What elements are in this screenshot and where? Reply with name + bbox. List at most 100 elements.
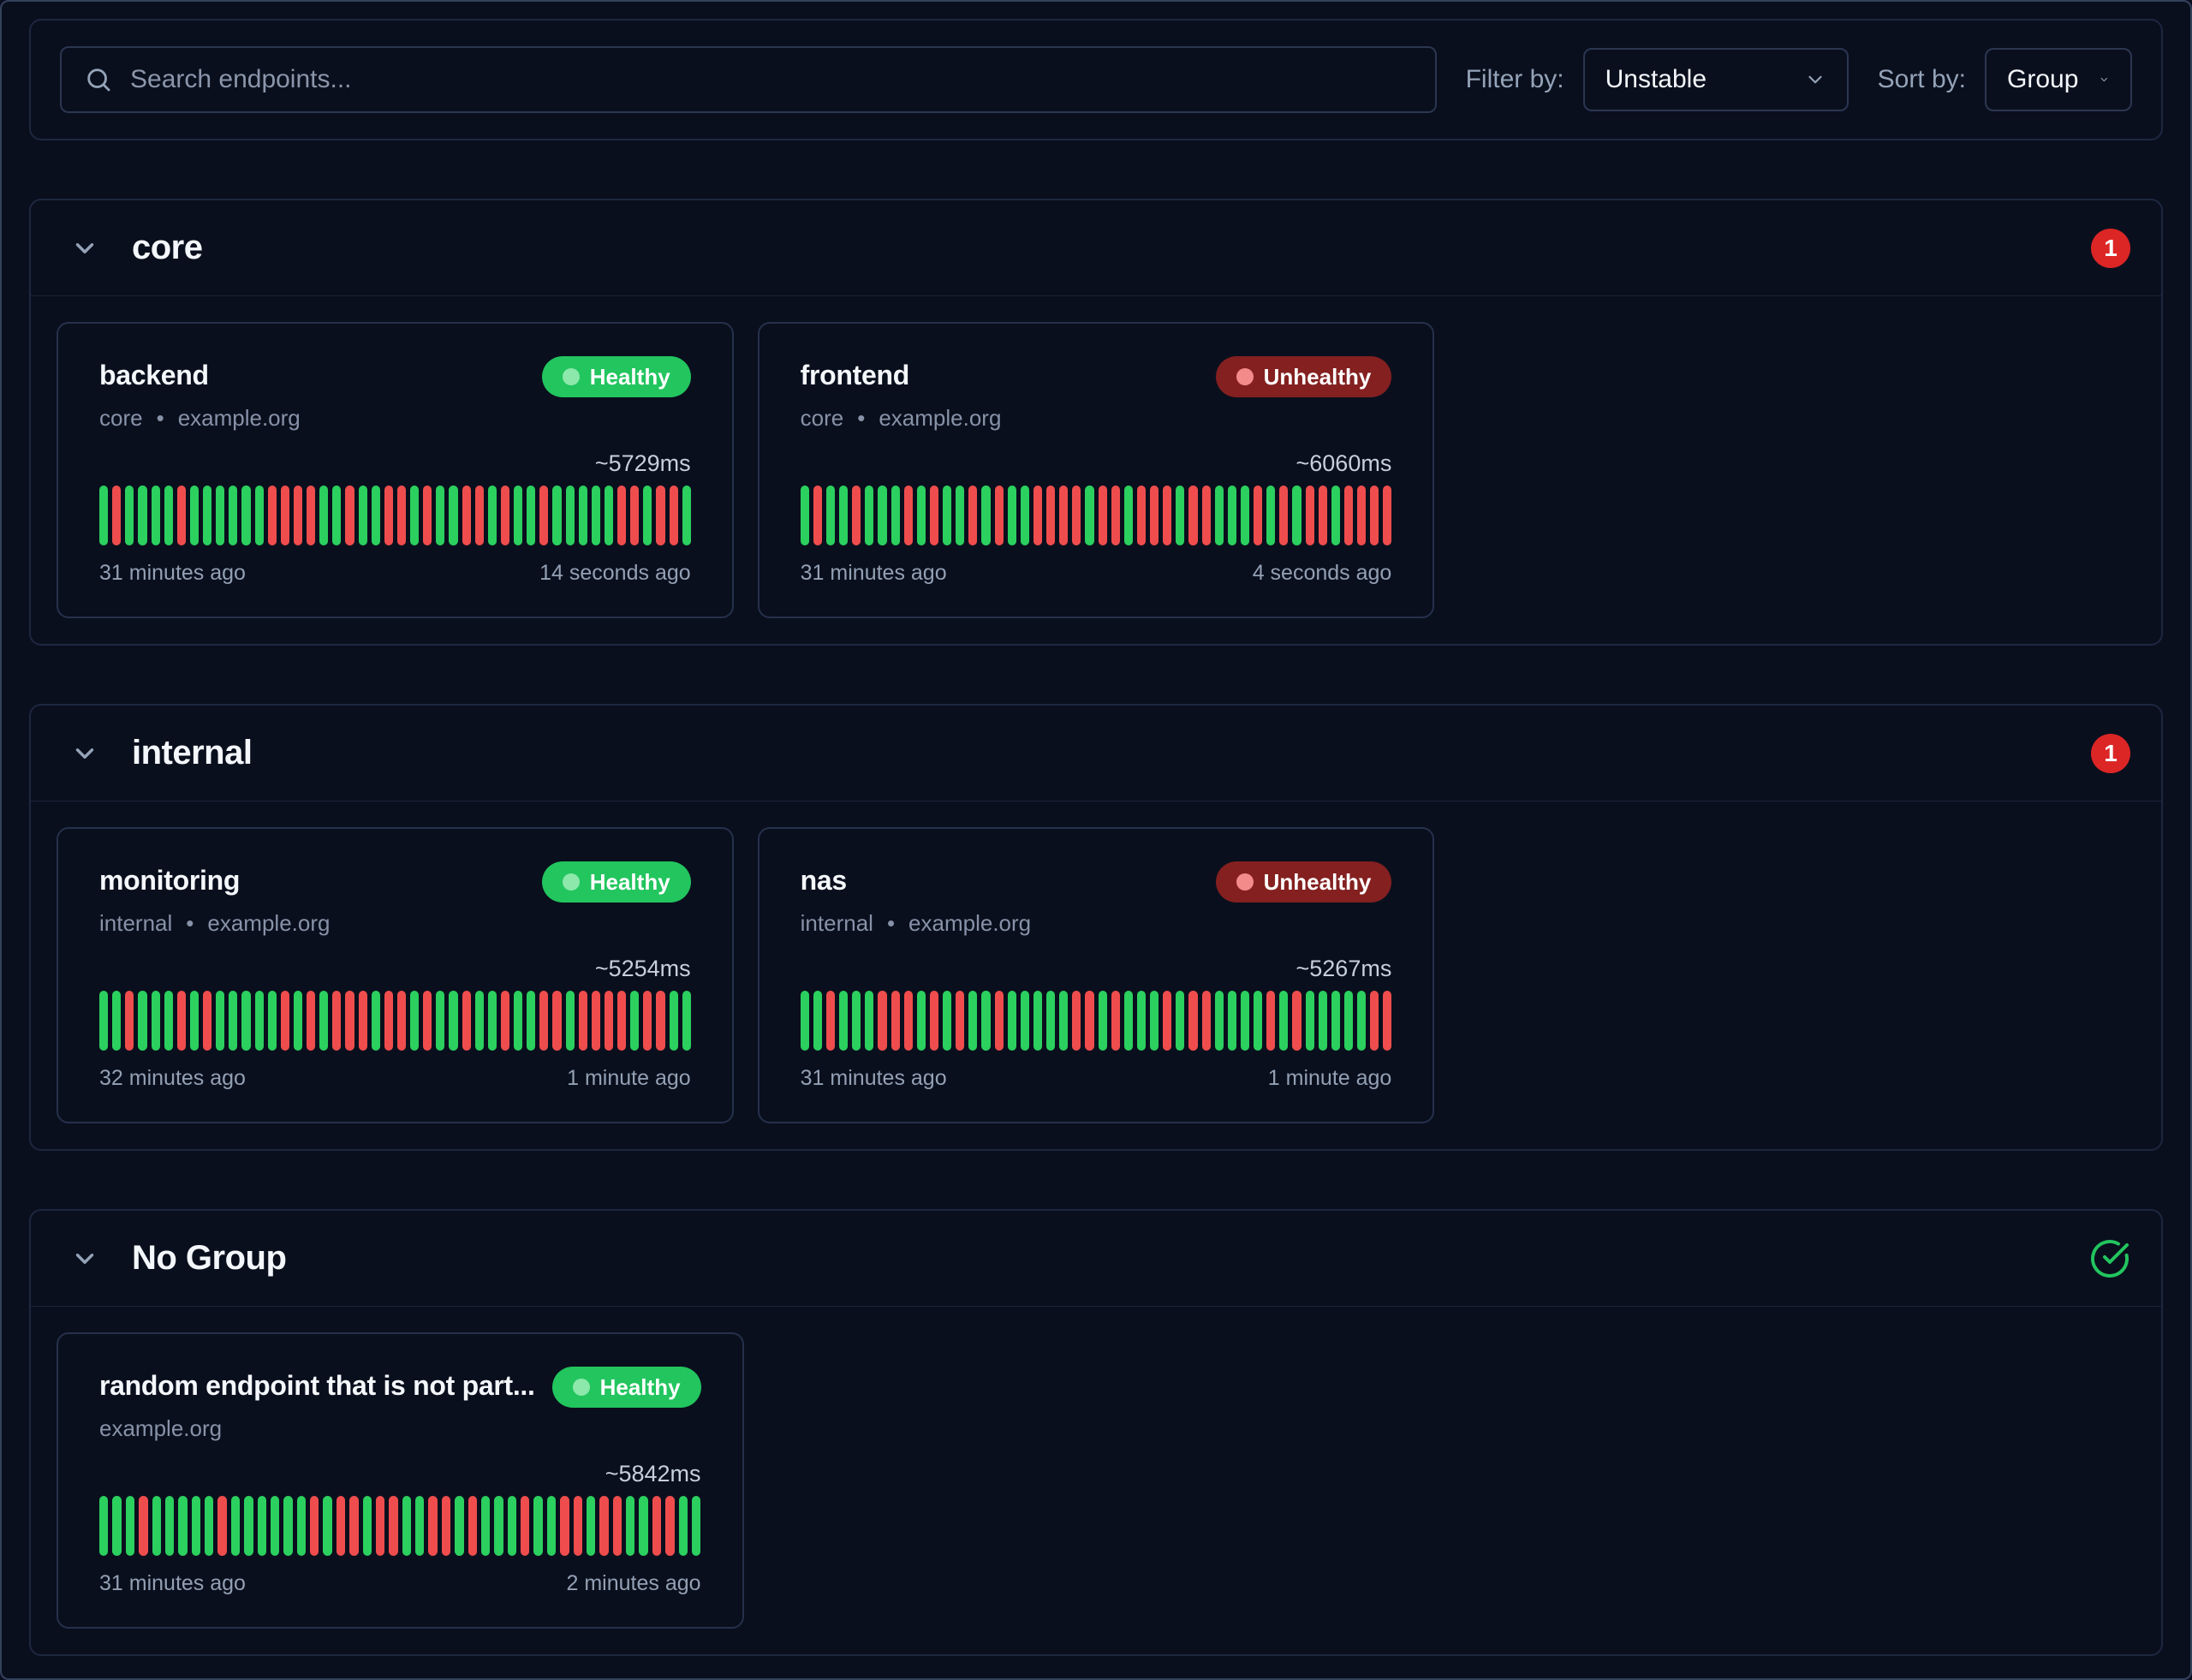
- dashboard-page: { "ui": { "dot": "•" }, "colors": { "bac…: [0, 0, 2192, 1680]
- history-bar: [592, 991, 600, 1051]
- group-section-internal: internal 1 monitoring internal • example…: [29, 704, 2163, 1151]
- history-bar: [968, 486, 977, 545]
- history-bar: [241, 991, 250, 1051]
- history-bar: [455, 1496, 463, 1556]
- history-bar: [436, 991, 444, 1051]
- history-bar: [1370, 991, 1379, 1051]
- history-bar: [99, 486, 108, 545]
- chevron-down-icon: [2099, 69, 2110, 91]
- status-badge: Unhealthy: [1216, 356, 1392, 397]
- history-bar: [560, 1496, 569, 1556]
- chevron-down-icon: [70, 234, 99, 263]
- sort-by-label: Sort by:: [1878, 65, 1966, 94]
- history-bar: [692, 1496, 700, 1556]
- history-bar: [1124, 991, 1133, 1051]
- history-bar: [566, 486, 575, 545]
- endpoint-host: example.org: [207, 910, 330, 937]
- dot-separator: •: [887, 910, 895, 937]
- endpoint-card-nas[interactable]: nas internal • example.org Unhealthy ~52…: [758, 827, 1435, 1123]
- history-bar: [826, 486, 835, 545]
- endpoint-card-monitoring[interactable]: monitoring internal • example.org Health…: [57, 827, 734, 1123]
- newest-timestamp: 1 minute ago: [567, 1066, 691, 1091]
- history-bar: [995, 486, 1004, 545]
- newest-timestamp: 14 seconds ago: [539, 561, 691, 586]
- search-input[interactable]: [130, 65, 1413, 94]
- history-bar: [1292, 486, 1301, 545]
- health-history-chart: [801, 991, 1392, 1051]
- endpoint-card-random[interactable]: random endpoint that is not part... exam…: [57, 1332, 744, 1629]
- history-bar: [1099, 486, 1107, 545]
- health-history-chart: [99, 991, 691, 1051]
- history-bar: [1241, 991, 1249, 1051]
- group-header-internal[interactable]: internal 1: [31, 706, 2161, 801]
- history-bar: [1188, 991, 1197, 1051]
- history-bar: [527, 486, 535, 545]
- history-bar: [1266, 991, 1275, 1051]
- history-bar: [231, 1496, 240, 1556]
- search-icon: [84, 65, 113, 94]
- history-bar: [968, 991, 977, 1051]
- history-bar: [643, 991, 652, 1051]
- response-time: ~6060ms: [801, 450, 1392, 477]
- history-bar: [271, 1496, 279, 1556]
- health-history-chart: [801, 486, 1392, 545]
- history-bar: [1008, 486, 1016, 545]
- history-bar: [229, 991, 237, 1051]
- history-bar: [1008, 991, 1016, 1051]
- history-bar: [402, 1496, 411, 1556]
- endpoint-card-frontend[interactable]: frontend core • example.org Unhealthy ~6…: [758, 322, 1435, 618]
- history-bar: [1383, 991, 1391, 1051]
- history-bar: [139, 1496, 147, 1556]
- history-bar: [283, 1496, 292, 1556]
- history-bar: [878, 486, 886, 545]
- history-bar: [630, 486, 639, 545]
- endpoint-host: example.org: [879, 405, 1001, 432]
- history-bar: [389, 1496, 397, 1556]
- history-bar: [1072, 991, 1081, 1051]
- chevron-down-icon: [70, 739, 99, 768]
- filter-select[interactable]: Unstable: [1583, 48, 1849, 111]
- history-bar: [217, 1496, 226, 1556]
- history-bar: [1085, 486, 1093, 545]
- history-bar: [1344, 486, 1353, 545]
- history-bar: [1319, 991, 1327, 1051]
- history-bar: [190, 991, 199, 1051]
- status-dot: [1236, 368, 1254, 385]
- newest-timestamp: 4 seconds ago: [1253, 561, 1392, 586]
- history-bar: [917, 486, 926, 545]
- newest-timestamp: 2 minutes ago: [566, 1571, 700, 1596]
- history-bar: [112, 991, 121, 1051]
- newest-timestamp: 1 minute ago: [1268, 1066, 1392, 1091]
- sort-select[interactable]: Group: [1985, 48, 2132, 111]
- history-bar: [1241, 486, 1249, 545]
- endpoint-card-backend[interactable]: backend core • example.org Healthy ~5729…: [57, 322, 734, 618]
- group-header-no-group[interactable]: No Group: [31, 1211, 2161, 1307]
- history-bar: [475, 486, 484, 545]
- history-bar: [1150, 991, 1159, 1051]
- history-bar: [1279, 991, 1288, 1051]
- status-dot: [563, 368, 580, 385]
- history-bar: [323, 1496, 331, 1556]
- history-bar: [1085, 991, 1093, 1051]
- endpoint-host: example.org: [178, 405, 301, 432]
- history-bar: [878, 991, 886, 1051]
- endpoint-subtitle: internal • example.org: [801, 910, 1031, 937]
- history-bar: [268, 486, 277, 545]
- history-bar: [1111, 991, 1120, 1051]
- history-bar: [552, 991, 561, 1051]
- history-bar: [177, 486, 186, 545]
- history-bar: [617, 486, 626, 545]
- group-header-core[interactable]: core 1: [31, 200, 2161, 296]
- history-bar: [494, 1496, 503, 1556]
- history-bar: [241, 486, 250, 545]
- history-bar: [1124, 486, 1133, 545]
- history-bar: [566, 991, 575, 1051]
- history-bar: [1357, 486, 1366, 545]
- history-bar: [1033, 486, 1042, 545]
- history-bar: [1059, 991, 1068, 1051]
- dot-separator: •: [857, 405, 865, 432]
- toolbar: Filter by: Unstable Sort by: Group: [29, 19, 2163, 140]
- search-box[interactable]: [60, 46, 1437, 113]
- history-bar: [813, 486, 822, 545]
- history-bar: [1046, 486, 1055, 545]
